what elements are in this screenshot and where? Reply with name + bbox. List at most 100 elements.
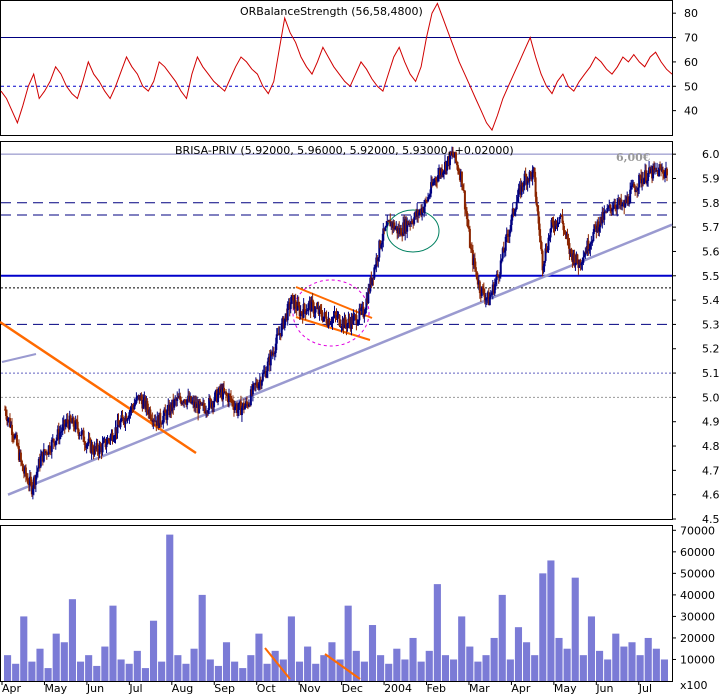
- volume-unit-label: x100: [680, 679, 708, 692]
- price-annotation: 6,00€: [616, 151, 651, 164]
- price-candle-body: [101, 442, 104, 453]
- month-label: Dec: [342, 682, 363, 695]
- price-candle-body: [474, 267, 477, 272]
- volume-bar: [539, 573, 547, 681]
- price-candles-layer: [0, 146, 673, 500]
- volume-bar: [498, 594, 506, 681]
- month-label: Jun: [86, 682, 104, 695]
- price-tick-label: 5.2: [702, 343, 720, 356]
- price-tick-label: 4.8: [702, 440, 720, 453]
- volume-bar: [255, 633, 263, 681]
- price-candle-body: [36, 468, 39, 472]
- rsi-line: [0, 2, 673, 132]
- price-title: BRISA-PRIV (5.92000, 5.96000, 5.92000, 5…: [175, 144, 514, 157]
- price-tick-label: 5.6: [702, 245, 720, 258]
- rsi-indicator-layer: [0, 2, 673, 132]
- price-candle-body: [52, 438, 55, 443]
- price-candle-body: [39, 455, 42, 467]
- volume-bar: [93, 665, 101, 681]
- volume-tick-label: 60000: [680, 546, 715, 559]
- volume-bar: [20, 616, 28, 681]
- month-label: May: [44, 682, 67, 695]
- month-label: May: [554, 682, 577, 695]
- price-tick-label: 4.9: [702, 416, 720, 429]
- volume-bar: [312, 663, 320, 681]
- volume-bar: [271, 650, 279, 681]
- price-candle-body: [237, 402, 240, 410]
- month-label: Oct: [257, 682, 277, 695]
- volume-bar: [247, 655, 255, 681]
- volume-bar: [441, 655, 450, 681]
- volume-tick-label: 50000: [680, 567, 715, 580]
- price-candle-body: [385, 225, 388, 228]
- price-tick-label: 4.7: [702, 464, 720, 477]
- volume-bar: [417, 661, 425, 681]
- rsi-tick-label: 60: [684, 56, 698, 69]
- month-label: Mar: [469, 682, 490, 695]
- volume-bar: [231, 661, 239, 681]
- month-label: Jul: [128, 682, 142, 695]
- volume-bar: [385, 663, 393, 681]
- price-candle-body: [609, 204, 612, 209]
- price-tick-label: 5.1: [702, 367, 720, 380]
- price-candle-body: [105, 444, 108, 448]
- volume-bar: [190, 648, 198, 681]
- resistance-trend-line: [0, 320, 197, 455]
- volume-bar: [401, 659, 409, 681]
- volume-bar: [604, 659, 612, 681]
- volume-bars-layer: [4, 534, 668, 681]
- volume-bar: [206, 659, 214, 681]
- volume-bar: [652, 648, 660, 681]
- volume-bar: [36, 648, 44, 681]
- volume-bar: [125, 663, 133, 681]
- volume-bar: [117, 659, 125, 681]
- volume-bar: [368, 625, 377, 681]
- volume-bar: [158, 661, 166, 681]
- volume-bar: [523, 642, 531, 681]
- month-label: Feb: [427, 682, 446, 695]
- volume-bar: [433, 584, 441, 681]
- rsi-tick-label: 70: [684, 32, 698, 45]
- rsi-tick-label: 50: [684, 80, 698, 93]
- price-candle-body: [582, 257, 585, 263]
- volume-bar: [628, 642, 636, 681]
- volume-bar: [214, 665, 222, 681]
- price-tick-label: 4.6: [702, 489, 720, 502]
- volume-bar: [644, 637, 652, 681]
- price-candle-body: [289, 303, 292, 310]
- volume-bar: [198, 594, 206, 681]
- month-label: Nov: [299, 682, 321, 695]
- short-trend-line: [1, 353, 37, 363]
- price-tick-label: 5.5: [702, 270, 720, 283]
- volume-bar: [620, 646, 628, 681]
- price-tick-label: 5.9: [702, 172, 720, 185]
- price-candle-body: [266, 361, 269, 372]
- volume-bar: [393, 648, 401, 681]
- rsi-title: ORBalanceStrength (56,58,4800): [240, 5, 423, 18]
- price-tick-label: 5.7: [702, 221, 720, 234]
- volume-bar: [490, 637, 498, 681]
- month-label: 2004: [384, 682, 412, 695]
- price-candle-body: [305, 311, 308, 314]
- volume-bar: [458, 616, 466, 681]
- volume-bar: [506, 659, 514, 681]
- volume-bar: [466, 646, 474, 681]
- volume-bar: [555, 637, 563, 681]
- volume-bar: [60, 642, 68, 681]
- volume-bar: [141, 668, 149, 681]
- month-label: Aug: [172, 682, 193, 695]
- volume-bar: [596, 650, 604, 681]
- price-candle-body: [303, 303, 306, 310]
- price-tick-label: 5.0: [702, 391, 720, 404]
- price-tick-label: 5.3: [702, 318, 720, 331]
- volume-bar: [660, 659, 668, 681]
- volume-tick-label: 40000: [680, 589, 715, 602]
- volume-tick-label: 70000: [680, 524, 715, 537]
- price-candle-body: [261, 373, 264, 381]
- volume-bar: [28, 661, 36, 681]
- volume-bar: [109, 605, 117, 681]
- volume-bar: [474, 661, 482, 681]
- stock-chart: 40506070804.54.64.74.84.95.05.15.25.35.4…: [0, 0, 720, 695]
- volume-bar: [101, 646, 109, 681]
- price-candle-body: [666, 168, 669, 176]
